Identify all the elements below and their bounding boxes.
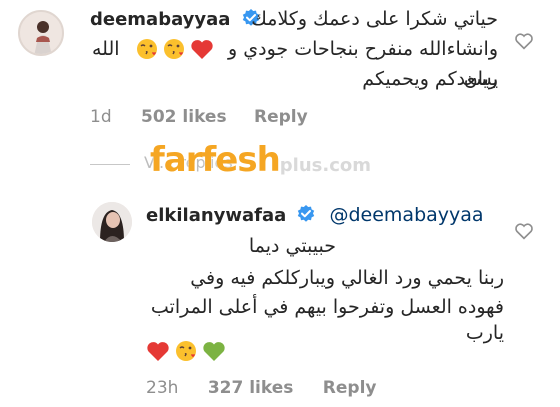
reply-line-2-wrap: ربنا يحمي ورد الغالي ويباركلكم فيه وفي [144,263,504,293]
avatar-image [92,202,132,242]
comment-line-1: حياتي شكرا على دعمك وكلامك [251,8,498,30]
comment-likes[interactable]: 502 likes [141,107,227,127]
comment-meta: 1d 502 likes Reply [90,107,308,127]
reply-meta: 23h 327 likes Reply [146,378,376,398]
like-heart-icon[interactable] [514,32,534,50]
comment-line-2-row: الله وانشاءالله منفرح بنجاحات جودي و ريا… [92,34,498,90]
face-blowing-kiss-emoji [164,39,185,59]
reply-emojis [146,340,226,366]
reply-line-2: ربنا يحمي ورد الغالي ويباركلكم فيه وفي [190,267,504,289]
reply-mention[interactable]: @deemabayyaa [329,204,483,226]
avatar-elkilanywafaa[interactable] [92,202,132,242]
reply-reply-button[interactable]: Reply [323,378,377,398]
comment-text: حياتي شكرا على دعمك وكلامك [78,4,498,34]
reply-likes[interactable]: 327 likes [208,378,294,398]
comment-time: 1d [90,107,112,127]
green-heart-emoji [203,342,225,361]
view-replies-divider [90,164,130,165]
red-heart-emoji [147,342,169,361]
watermark-logo: farfeshplus.com [150,140,371,180]
comment-line-2-suffix: الله [92,38,120,60]
reply-like-heart-icon[interactable] [514,222,534,240]
face-blowing-kiss-emoji [176,341,197,361]
reply-time: 23h [146,378,179,398]
reply-line-1-wrap: حبيبتي ديما [136,231,336,261]
comment-reply-button[interactable]: Reply [254,107,308,127]
verified-badge-icon [298,205,315,222]
watermark-brand: farfesh [150,140,281,180]
reply-line-1: حبيبتي ديما [248,235,336,257]
comment-line-3: يسعدكم ويحميكم [362,68,498,90]
watermark-suffix: plus.com [279,155,372,176]
avatar-image [20,12,62,54]
reply-username[interactable]: elkilanywafaa [146,205,286,226]
reply-header: elkilanywafaa @deemabayyaa [146,204,484,226]
face-blowing-kiss-emoji [137,39,157,59]
avatar-deemabayyaa[interactable] [18,10,64,56]
comment-line-3-wrap: يسعدكم ويحميكم [78,64,498,94]
